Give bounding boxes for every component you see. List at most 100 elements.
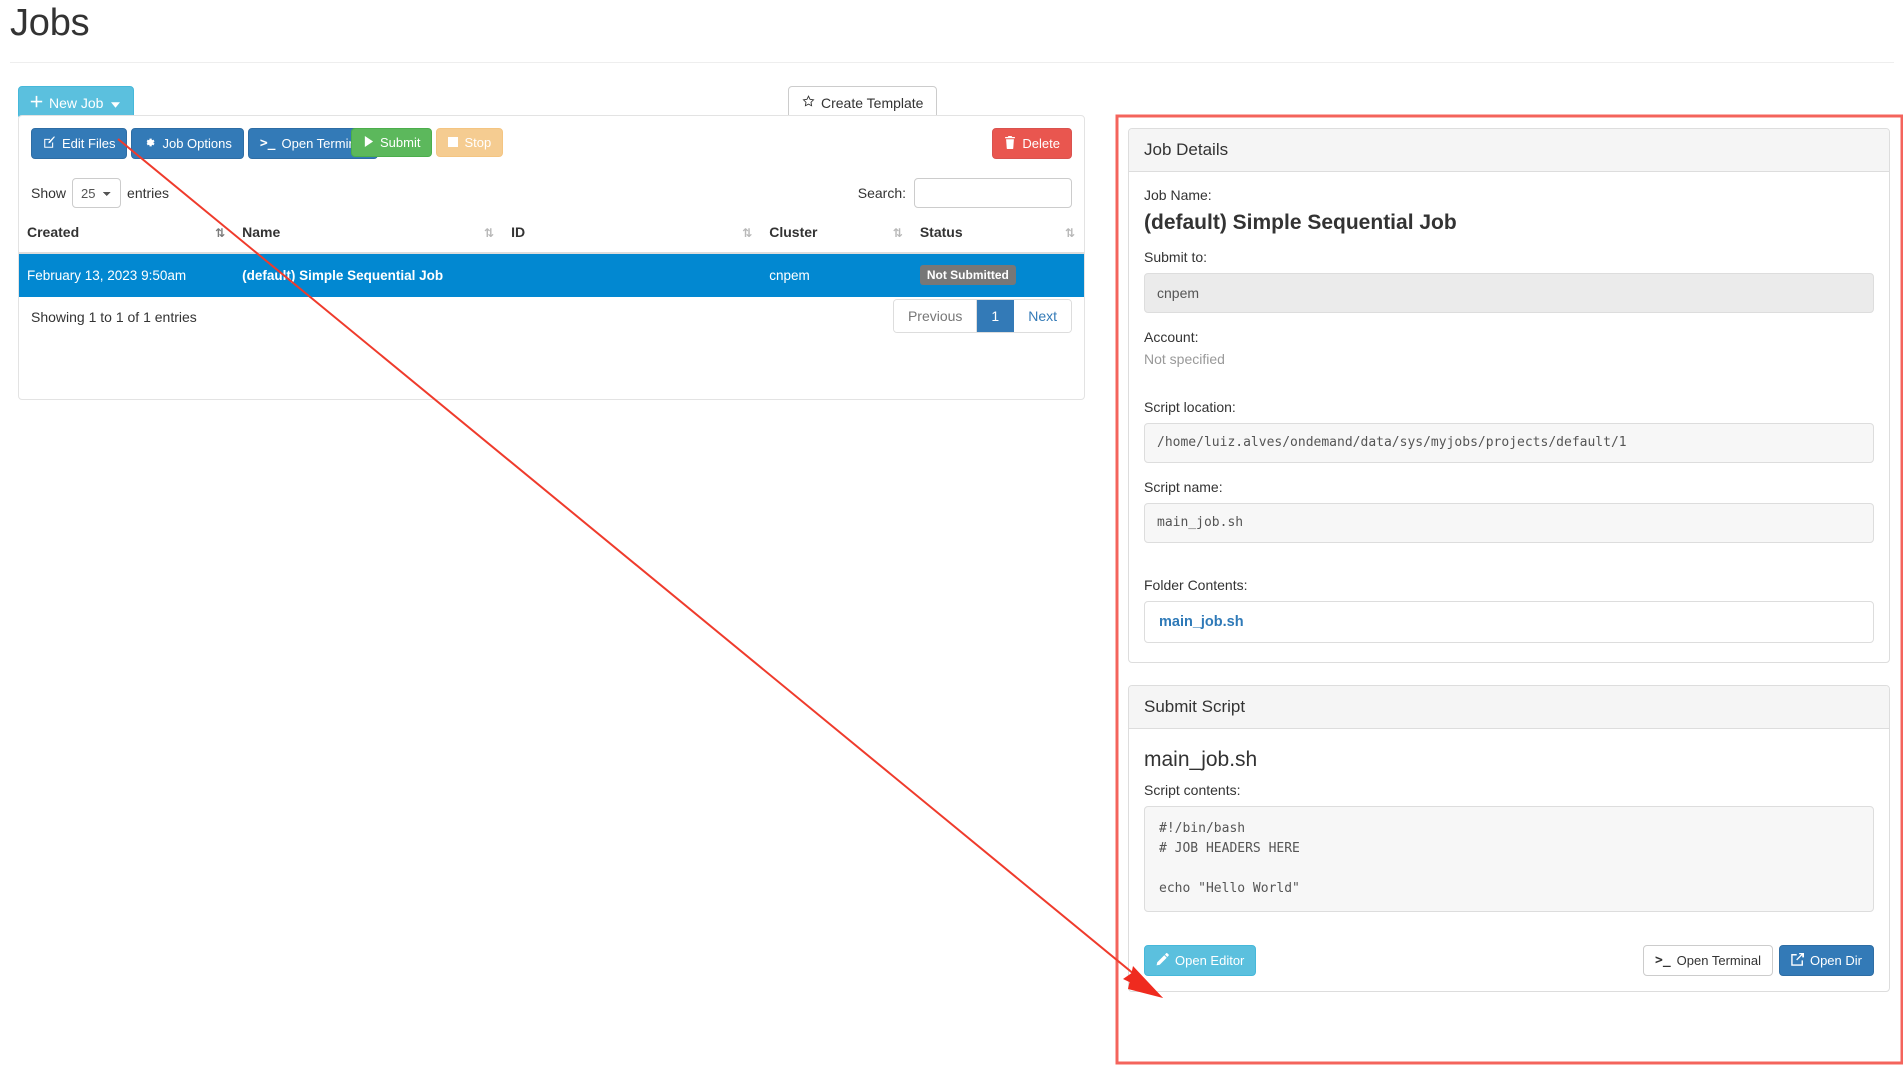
column-header-id[interactable]: ID ⇅	[503, 214, 761, 253]
stop-button[interactable]: Stop	[436, 128, 503, 157]
script-location-value: /home/luiz.alves/ondemand/data/sys/myjob…	[1144, 423, 1874, 463]
search-label: Search:	[858, 185, 906, 201]
cell-created: February 13, 2023 9:50am	[19, 253, 234, 297]
column-label: Created	[27, 224, 79, 240]
trash-icon	[1004, 136, 1016, 151]
caret-down-icon	[111, 96, 120, 110]
submit-script-panel: Submit Script main_job.sh Script content…	[1128, 685, 1890, 992]
create-template-label: Create Template	[821, 96, 923, 110]
column-label: Name	[242, 224, 280, 240]
delete-label: Delete	[1022, 137, 1060, 150]
datatable-search-control: Search:	[858, 178, 1072, 208]
job-options-label: Job Options	[162, 137, 231, 150]
jobs-card: Edit Files Job Options >_ Open Terminal	[18, 115, 1085, 400]
pagination-previous[interactable]: Previous	[894, 300, 977, 332]
cell-cluster: cnpem	[761, 253, 912, 297]
script-contents: #!/bin/bash # JOB HEADERS HERE echo "Hel…	[1144, 806, 1874, 912]
job-action-bar: Edit Files Job Options >_ Open Terminal	[19, 116, 1084, 172]
star-icon	[802, 95, 815, 110]
job-action-group-delete: Delete	[992, 128, 1072, 159]
cell-status: Not Submitted	[912, 253, 1084, 297]
edit-files-button[interactable]: Edit Files	[31, 128, 127, 159]
delete-button[interactable]: Delete	[992, 128, 1072, 159]
script-name-label: Script name:	[1144, 479, 1874, 495]
stop-label: Stop	[464, 136, 491, 149]
open-terminal-button-footer[interactable]: >_ Open Terminal	[1643, 945, 1773, 976]
submit-to-value: cnpem	[1144, 273, 1874, 313]
table-row[interactable]: February 13, 2023 9:50am (default) Simpl…	[19, 253, 1084, 297]
entries-per-page-select[interactable]: 25	[72, 178, 121, 208]
sort-icon: ⇅	[742, 226, 751, 240]
job-action-group-run: Submit Stop	[351, 128, 503, 157]
submit-label: Submit	[380, 136, 420, 149]
jobs-page: Jobs New Job Create Template	[0, 0, 1903, 1076]
pencil-icon	[1156, 953, 1169, 968]
datatable-footer: Showing 1 to 1 of 1 entries Previous 1 N…	[19, 297, 1084, 355]
folder-contents-label: Folder Contents:	[1144, 577, 1874, 593]
submit-script-footer: Open Editor >_ Open Terminal Open Dir	[1129, 933, 1889, 991]
account-label: Account:	[1144, 329, 1874, 345]
job-details-panel: Job Details Job Name: (default) Simple S…	[1128, 128, 1890, 663]
job-action-group-left: Edit Files Job Options >_ Open Terminal	[31, 128, 378, 159]
pagination-page-1[interactable]: 1	[977, 300, 1014, 332]
sort-icon: ⇅	[484, 226, 493, 240]
script-file-name: main_job.sh	[1144, 748, 1874, 772]
script-name-value: main_job.sh	[1144, 503, 1874, 543]
datatable-controls: Show 25 entries Search:	[19, 172, 1084, 214]
job-name-label: Job Name:	[1144, 187, 1874, 203]
status-badge: Not Submitted	[920, 265, 1016, 285]
footer-left-group: Open Editor	[1144, 945, 1256, 976]
column-label: ID	[511, 224, 525, 240]
pagination-next[interactable]: Next	[1014, 300, 1071, 332]
terminal-icon: >_	[1655, 954, 1671, 967]
terminal-icon: >_	[260, 137, 276, 150]
submit-script-heading: Submit Script	[1129, 686, 1889, 729]
column-header-name[interactable]: Name ⇅	[234, 214, 503, 253]
folder-file-link[interactable]: main_job.sh	[1159, 614, 1244, 630]
search-input[interactable]	[914, 178, 1072, 208]
jobs-table: Created ⇅ Name ⇅ ID ⇅ Cluster	[19, 214, 1084, 297]
play-icon	[363, 136, 374, 149]
open-editor-label: Open Editor	[1175, 954, 1244, 967]
submit-to-label: Submit to:	[1144, 249, 1874, 265]
sort-icon: ⇅	[893, 226, 902, 240]
stop-square-icon	[448, 136, 458, 149]
column-header-created[interactable]: Created ⇅	[19, 214, 234, 253]
jobs-left-column: New Job Create Template	[10, 86, 1085, 130]
sort-icon: ⇅	[1065, 226, 1074, 240]
column-header-status[interactable]: Status ⇅	[912, 214, 1084, 253]
folder-contents-list: main_job.sh	[1144, 601, 1874, 643]
footer-right-group: >_ Open Terminal Open Dir	[1643, 945, 1874, 976]
table-header-row: Created ⇅ Name ⇅ ID ⇅ Cluster	[19, 214, 1084, 253]
sort-desc-icon: ⇅	[215, 226, 224, 240]
script-contents-label: Script contents:	[1144, 782, 1874, 798]
open-terminal-label: Open Terminal	[1677, 954, 1761, 967]
open-editor-button[interactable]: Open Editor	[1144, 945, 1256, 976]
submit-script-body: main_job.sh Script contents: #!/bin/bash…	[1129, 729, 1889, 927]
page-title: Jobs	[10, 2, 89, 45]
entries-label: entries	[127, 185, 169, 201]
datatable-info: Showing 1 to 1 of 1 entries	[31, 309, 197, 325]
open-dir-button[interactable]: Open Dir	[1779, 945, 1874, 976]
datatable-length-control: Show 25 entries	[31, 178, 169, 208]
column-label: Status	[920, 224, 963, 240]
external-link-icon	[1791, 953, 1804, 968]
script-location-label: Script location:	[1144, 399, 1874, 415]
column-label: Cluster	[769, 224, 817, 240]
new-job-label: New Job	[49, 96, 103, 110]
job-details-column: Job Details Job Name: (default) Simple S…	[1128, 128, 1890, 1014]
submit-button[interactable]: Submit	[351, 128, 432, 157]
cell-id	[503, 253, 761, 297]
job-details-heading: Job Details	[1129, 129, 1889, 172]
account-value: Not specified	[1144, 351, 1874, 367]
column-header-cluster[interactable]: Cluster ⇅	[761, 214, 912, 253]
title-divider	[10, 62, 1894, 63]
edit-square-icon	[43, 136, 56, 151]
job-details-body: Job Name: (default) Simple Sequential Jo…	[1129, 172, 1889, 662]
job-options-button[interactable]: Job Options	[131, 128, 243, 159]
show-label: Show	[31, 185, 66, 201]
job-name-value: (default) Simple Sequential Job	[1144, 211, 1874, 235]
plus-icon	[30, 95, 43, 110]
pagination: Previous 1 Next	[893, 299, 1072, 333]
gear-icon	[143, 136, 156, 151]
